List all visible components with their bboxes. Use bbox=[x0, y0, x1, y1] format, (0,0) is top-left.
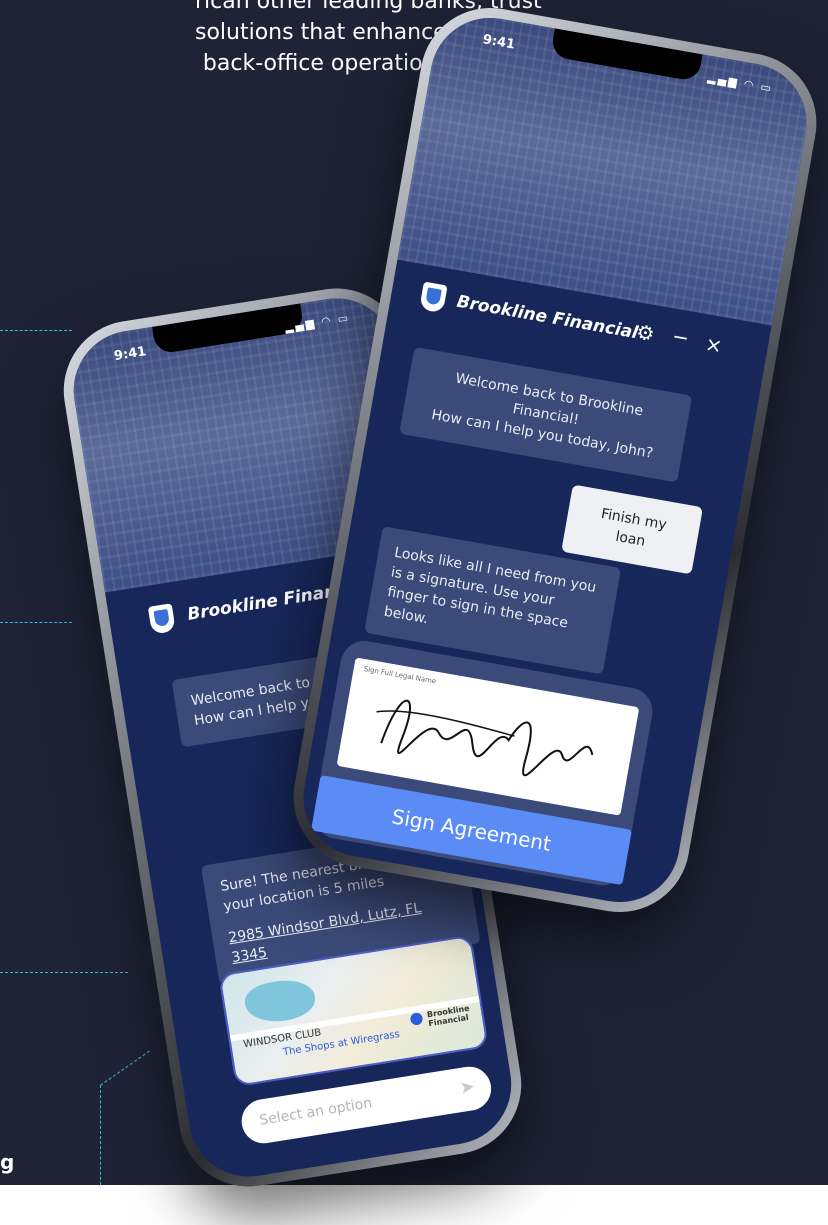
settings-icon[interactable]: ⚙ bbox=[635, 319, 657, 346]
connector-line-1 bbox=[0, 330, 72, 331]
shield-logo-icon bbox=[147, 603, 176, 635]
signal-icon: ▂▄▆ ◠ ▭ bbox=[283, 310, 351, 335]
close-icon[interactable]: × bbox=[703, 332, 724, 359]
shield-logo-icon bbox=[419, 281, 448, 314]
phone-front: 9:41 ▂▄▆ ◠ ▭ Brookline Financial ⚙ − × W… bbox=[282, 0, 828, 924]
signal-icon: ▂▄▆ ◠ ▭ bbox=[706, 70, 774, 96]
phone-front-screen: 9:41 ▂▄▆ ◠ ▭ Brookline Financial ⚙ − × W… bbox=[294, 8, 816, 912]
select-placeholder: Select an option bbox=[258, 1095, 374, 1129]
intro-text: rican other leading banks, trust solutio… bbox=[195, 0, 542, 79]
connector-line-5 bbox=[100, 1050, 150, 1086]
connector-line-3 bbox=[0, 972, 128, 973]
side-text: g bbox=[0, 1150, 15, 1174]
intro-line-3: back-office operations. bbox=[202, 51, 455, 76]
bottom-strip bbox=[0, 1185, 828, 1225]
welcome-bubble: Welcome back to Brookline Financial! How… bbox=[399, 346, 693, 483]
connector-line-4 bbox=[100, 1085, 101, 1185]
status-time: 9:41 bbox=[113, 344, 148, 365]
map-pin-icon: ● bbox=[407, 1007, 425, 1029]
brand-title: Brookline Financial bbox=[455, 291, 640, 344]
status-time: 9:41 bbox=[481, 32, 517, 53]
send-arrow-icon[interactable]: ➤ bbox=[458, 1076, 476, 1099]
map-water bbox=[242, 975, 318, 1027]
intro-line-2: solutions that enhance both bbox=[195, 20, 504, 45]
signature-card: Sign Full Legal Name Sign Agreement bbox=[310, 637, 657, 890]
minimize-icon[interactable]: − bbox=[670, 324, 691, 351]
connector-line-2 bbox=[0, 622, 72, 623]
intro-line-1: rican other leading banks, trust bbox=[195, 0, 542, 14]
